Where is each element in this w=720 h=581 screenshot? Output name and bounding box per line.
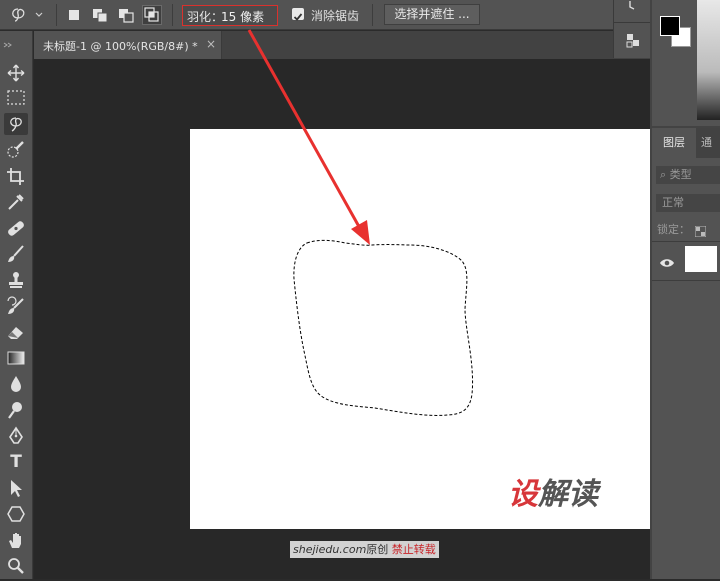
eyedropper-icon: [8, 194, 24, 210]
add-to-selection-icon: [93, 9, 108, 23]
credit-forbid: 禁止转载: [391, 543, 436, 556]
subtract-from-selection-button[interactable]: [116, 5, 136, 25]
layer-visibility-toggle[interactable]: [659, 254, 675, 267]
checkerboard-icon: [694, 225, 707, 238]
hand-icon: [9, 533, 21, 548]
arrow-cursor-icon: [11, 480, 22, 497]
type-tool[interactable]: T: [4, 451, 28, 473]
path-selection-tool[interactable]: [4, 477, 28, 499]
dodge-tool[interactable]: [4, 399, 28, 421]
watermark-credit: shejiedu.com原创 禁止转载: [290, 541, 439, 558]
credit-original: 原创: [366, 543, 389, 556]
logo-char: 设: [508, 477, 538, 512]
search-icon: ⌕: [660, 168, 667, 181]
logo-text: 解读: [538, 477, 598, 512]
close-icon[interactable]: ×: [206, 37, 216, 51]
bandage-icon: [8, 221, 24, 236]
document-canvas[interactable]: 设解读: [190, 129, 650, 529]
eraser-tool[interactable]: [4, 321, 28, 343]
crop-tool[interactable]: [4, 165, 28, 187]
dodge-icon: [8, 402, 22, 419]
pen-tool[interactable]: [4, 425, 28, 447]
healing-brush-tool[interactable]: [4, 217, 28, 239]
history-panel-icon[interactable]: [624, 0, 642, 14]
document-tab-bar: 未标题-1 @ 100%(RGB/8#) * ×: [34, 31, 650, 59]
lock-label: 锁定：: [657, 223, 690, 236]
magnifier-icon: [8, 558, 24, 574]
gradient-icon: [7, 351, 25, 365]
shape-tool[interactable]: [4, 503, 28, 525]
marquee-icon: [7, 90, 25, 105]
tab-layers[interactable]: 图层: [652, 128, 696, 158]
stamp-icon: [9, 272, 23, 288]
tools-panel: T: [0, 31, 33, 579]
intersect-selection-button[interactable]: [142, 5, 162, 25]
lasso-tool-preset-picker[interactable]: [8, 5, 48, 25]
layer-filter-select[interactable]: ⌕ 类型: [656, 166, 720, 184]
antialias-checkbox[interactable]: [292, 8, 304, 21]
add-to-selection-button[interactable]: [90, 5, 110, 25]
eyedropper-tool[interactable]: [4, 191, 28, 213]
layer-filter-label: 类型: [669, 168, 692, 181]
pen-icon: [9, 426, 23, 444]
brush-tool[interactable]: [4, 243, 28, 265]
quick-selection-tool[interactable]: [4, 139, 28, 161]
lasso-tool[interactable]: [4, 113, 28, 135]
lasso-icon: [12, 8, 25, 22]
eraser-icon: [8, 327, 23, 339]
layer-thumbnail: [685, 246, 717, 272]
document-tab-title: 未标题-1 @ 100%(RGB/8#) *: [43, 40, 198, 53]
antialias-label: 消除锯齿: [311, 9, 360, 23]
blur-tool[interactable]: [4, 373, 28, 395]
feather-label: 羽化：: [187, 10, 224, 24]
type-icon: T: [10, 452, 22, 472]
options-bar: 羽化： 15 像素 消除锯齿 选择并遮住 ...: [0, 0, 720, 30]
layers-panel-tabs: 图层 通道: [652, 128, 720, 179]
eye-icon: [660, 259, 674, 267]
select-and-mask-button[interactable]: 选择并遮住 ...: [384, 4, 480, 25]
history-brush-icon: [7, 296, 24, 314]
hexagon-icon: [7, 506, 25, 522]
chevron-down-icon: [35, 12, 43, 17]
quick-selection-icon: [7, 141, 24, 158]
checkmark-icon: [293, 13, 303, 21]
panel-icon-strip: [613, 0, 650, 58]
lasso-icon: [10, 117, 22, 132]
rectangular-marquee-tool[interactable]: [4, 87, 28, 109]
color-picker-field[interactable]: [697, 0, 720, 120]
new-selection-button[interactable]: [64, 5, 84, 25]
crop-icon: [7, 168, 24, 185]
brush-icon: [8, 245, 24, 262]
move-tool[interactable]: [4, 62, 28, 84]
zoom-tool[interactable]: [4, 555, 28, 577]
credit-site: shejiedu.com: [293, 543, 367, 556]
intersect-selection-icon: [144, 7, 159, 22]
blend-mode-select[interactable]: 正常: [656, 194, 720, 212]
move-icon: [7, 64, 25, 82]
hand-tool[interactable]: [4, 529, 28, 551]
water-drop-icon: [11, 376, 21, 392]
foreground-color-swatch[interactable]: [660, 16, 680, 36]
subtract-from-selection-icon: [119, 9, 134, 23]
feather-field[interactable]: 羽化： 15 像素: [182, 5, 278, 26]
collapse-panel-icon[interactable]: [3, 33, 13, 48]
3d-cubes-icon[interactable]: [624, 32, 642, 50]
gradient-tool[interactable]: [4, 347, 28, 369]
new-selection-icon: [69, 10, 79, 20]
history-brush-tool[interactable]: [4, 295, 28, 317]
document-tab[interactable]: 未标题-1 @ 100%(RGB/8#) * ×: [34, 31, 222, 59]
lock-transparent-pixels-button[interactable]: [694, 222, 707, 238]
feather-input[interactable]: 15 像素: [221, 8, 264, 25]
canvas-area[interactable]: 设解读: [34, 59, 650, 579]
clone-stamp-tool[interactable]: [4, 269, 28, 291]
watermark-logo: 设解读: [508, 469, 598, 513]
